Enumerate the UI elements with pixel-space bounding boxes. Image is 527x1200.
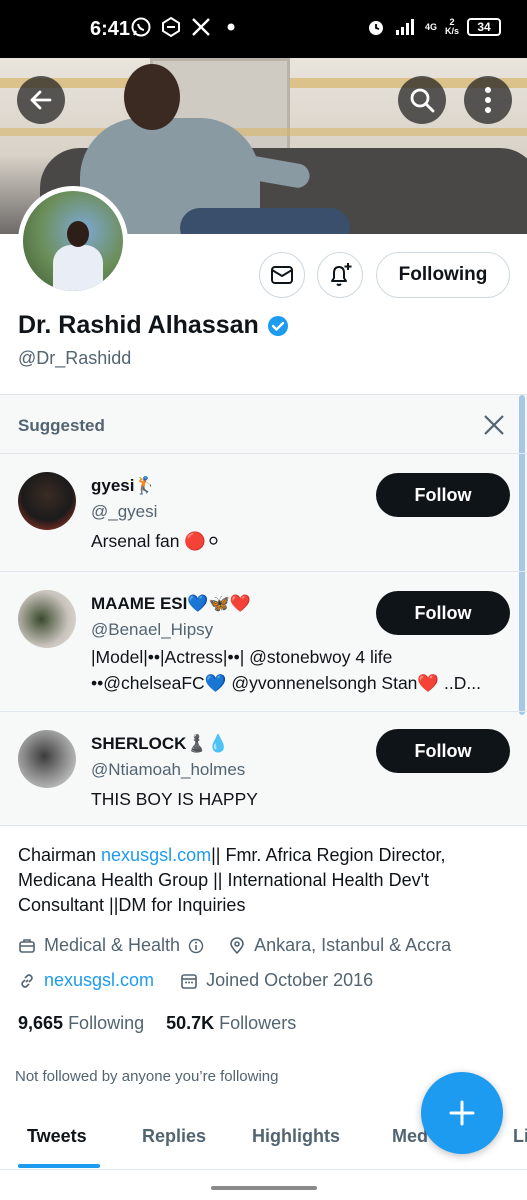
dismiss-suggested-button[interactable] (480, 411, 508, 439)
link-icon (21, 973, 33, 988)
suggested-user-name: MAAME ESI💙🦋❤️ (91, 594, 251, 613)
verified-badge-icon[interactable] (267, 315, 289, 337)
compose-tweet-button[interactable] (421, 1072, 503, 1154)
suggested-user[interactable]: SHERLOCK♟️💧 @Ntiamoah_holmes THIS BOY IS… (0, 711, 527, 827)
following-stat[interactable]: 9,665 Following (18, 1013, 144, 1034)
not-followed-notice: Not followed by anyone you’re following (15, 1068, 279, 1085)
message-button[interactable] (259, 252, 305, 298)
suggested-title: Suggested (18, 416, 105, 435)
bio-prefix: Chairman (18, 845, 102, 865)
back-button[interactable] (17, 76, 65, 124)
back-arrow-icon (30, 90, 52, 110)
close-icon (484, 415, 504, 435)
profile-handle: @Dr_Rashidd (18, 348, 132, 368)
info-icon[interactable] (188, 938, 204, 954)
suggested-user-bio-line-1: |Model|••|Actress|••| @stonebwoy 4 life (91, 647, 393, 667)
profile-meta-row-2: nexusgsl.com Joined October 2016 (18, 970, 373, 991)
display-name: Dr. Rashid Alhassan (18, 311, 259, 339)
status-time: 6:41 (90, 18, 131, 40)
follow-button[interactable]: Follow (376, 473, 510, 517)
suggested-user-bio: Arsenal fan 🔴⚪ (91, 531, 221, 551)
location-pin-icon (230, 936, 244, 954)
suggested-user-name: SHERLOCK♟️💧 (91, 734, 229, 753)
profile-joined-date: Joined October 2016 (206, 970, 374, 990)
profile-bio: Chairman nexusgsl.com|| Fmr. Africa Regi… (18, 843, 513, 918)
following-button[interactable]: Following (376, 252, 510, 298)
tab-highlights[interactable]: Highlights (252, 1126, 340, 1147)
suggested-user-handle: @Benael_Hipsy (91, 620, 214, 639)
suggested-user-name: gyesi🏌️ (91, 476, 156, 495)
bell-plus-icon (331, 263, 352, 286)
tab-replies[interactable]: Replies (142, 1126, 206, 1147)
envelope-icon (271, 266, 293, 284)
suggested-user[interactable]: MAAME ESI💙🦋❤️ @Benael_Hipsy |Model|••|Ac… (0, 571, 527, 711)
net-speed: 2 K/s (444, 17, 459, 36)
more-notifications-dot-icon (220, 16, 242, 38)
signal-icon (395, 16, 417, 38)
follow-button[interactable]: Follow (376, 729, 510, 773)
profile-meta-row-1: Medical & Health Ankara, Istanbul & Accr… (18, 935, 451, 956)
profile-website-link[interactable]: nexusgsl.com (44, 970, 154, 991)
profile-stats: 9,665 Following 50.7K Followers (18, 1013, 296, 1034)
profile-avatar[interactable] (18, 186, 128, 296)
status-bar: 6:41 4G 2 K/s 34 (0, 0, 527, 58)
suggested-user-avatar[interactable] (18, 730, 76, 788)
active-tab-indicator (18, 1164, 100, 1168)
network-type: 4G (424, 21, 437, 32)
alarm-icon (365, 16, 387, 38)
more-vertical-icon (485, 87, 491, 113)
whatsapp-icon (130, 16, 152, 38)
profile-name-row: Dr. Rashid Alhassan (18, 311, 289, 340)
more-options-button[interactable] (464, 76, 512, 124)
tab-tweets[interactable]: Tweets (27, 1126, 87, 1147)
search-button[interactable] (398, 76, 446, 124)
suggested-user[interactable]: gyesi🏌️ @_gyesi Arsenal fan 🔴⚪ Follow (0, 453, 527, 571)
notifications-button[interactable] (317, 252, 363, 298)
plus-icon (449, 1100, 475, 1126)
system-nav-bar (0, 1170, 527, 1200)
tab-media[interactable]: Med (392, 1126, 428, 1147)
suggested-user-bio: THIS BOY IS HAPPY (91, 789, 258, 809)
battery-indicator: 34 (467, 18, 501, 36)
suggested-panel: Suggested gyesi🏌️ @_gyesi Arsenal fan 🔴⚪… (0, 394, 527, 826)
profile-location: Ankara, Istanbul & Accra (254, 935, 452, 955)
briefcase-icon (19, 938, 35, 953)
follow-button[interactable]: Follow (376, 591, 510, 635)
tab-likes[interactable]: Li (513, 1126, 527, 1147)
bio-link[interactable]: nexusgsl.com (101, 845, 211, 865)
suggested-user-avatar[interactable] (18, 472, 76, 530)
search-icon (410, 88, 435, 113)
suggested-user-handle: @_gyesi (91, 502, 158, 521)
suggested-user-avatar[interactable] (18, 590, 76, 648)
profile-category: Medical & Health (44, 935, 181, 955)
x-logo-icon (190, 16, 212, 38)
calendar-icon (181, 973, 197, 989)
suggested-user-bio-line-2: ••@chelseaFC💙 @yvonnenelsongh Stan❤️ ..D… (91, 673, 482, 693)
app-notification-icon (160, 16, 182, 38)
followers-stat[interactable]: 50.7K Followers (166, 1013, 296, 1034)
suggested-user-handle: @Ntiamoah_holmes (91, 760, 246, 779)
home-gesture-handle[interactable] (211, 1186, 317, 1190)
